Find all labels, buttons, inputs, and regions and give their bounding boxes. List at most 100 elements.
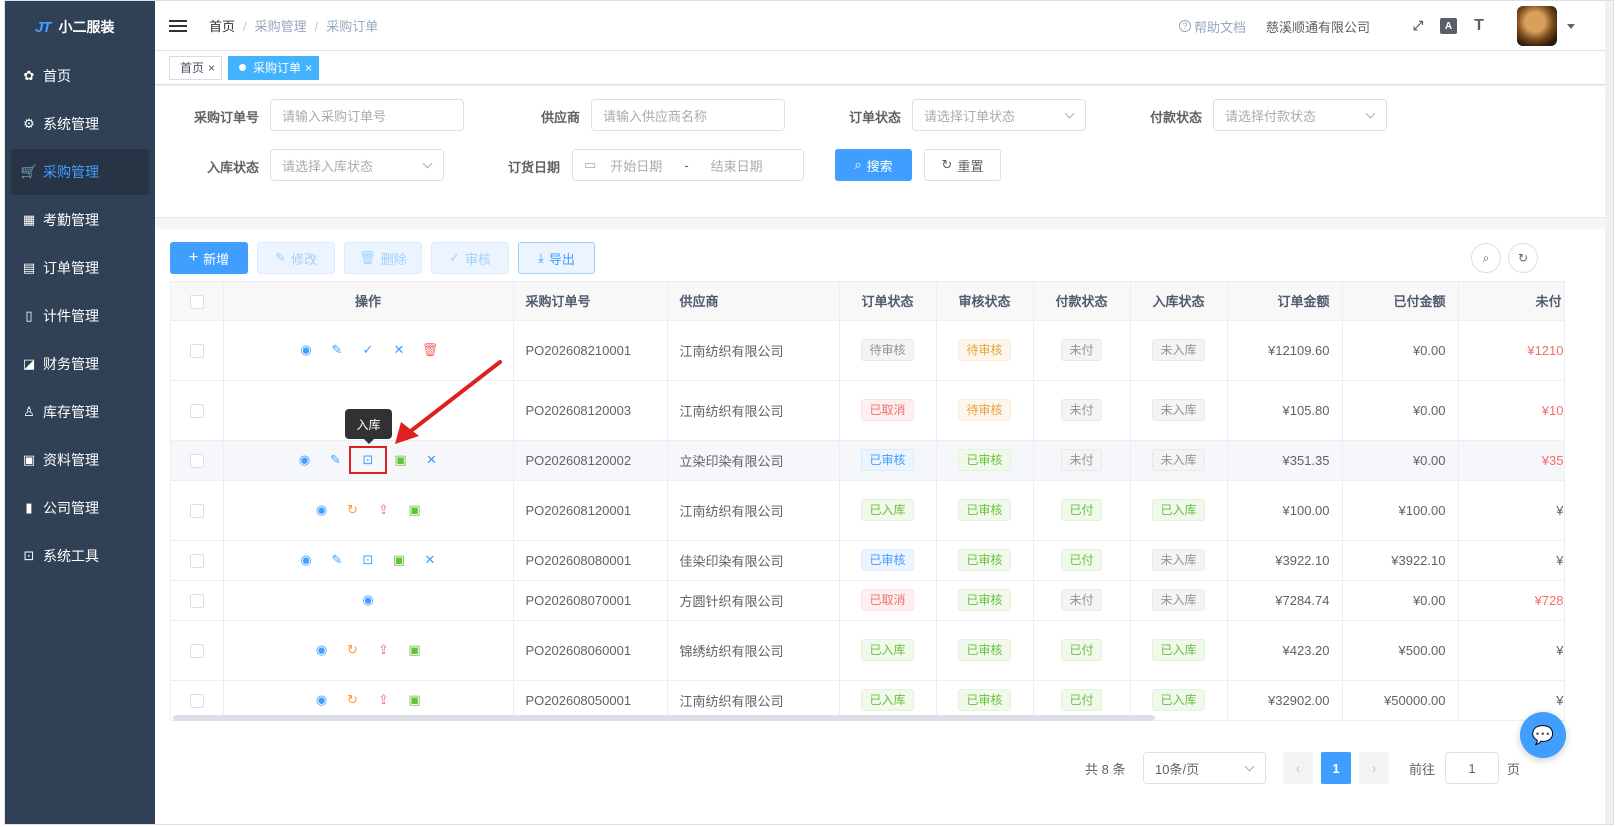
audit-button[interactable]: ✓ 审核 [431,242,509,274]
sidebar-item-6[interactable]: ◪ 财务管理 [11,341,149,387]
toggle-search-button[interactable]: ⌕ [1471,243,1501,273]
sidebar-item-3[interactable]: ▦ 考勤管理 [11,197,149,243]
help-docs-link[interactable]: ? 帮助文档 [1178,17,1246,36]
row-checkbox[interactable] [189,693,204,708]
table-row[interactable]: ◉ ✎ ⊡ ▣ ✕ PO202608120002 立染印染有限公司 已审核 已审核 未付 未入库 ¥3… [171,440,1564,481]
column-header[interactable]: 供应商 [667,282,840,321]
stock-status-select[interactable]: 请选择入库状态 [270,149,444,181]
prev-page-button[interactable]: ‹ [1283,752,1313,784]
table-row[interactable]: ◉ ✎ ⊡ ▣ ✕ PO202608080001 佳染印染有限公司 已审核 已审核 已付 未入库 ¥3… [171,540,1564,581]
payment-icon[interactable]: ▣ [399,500,430,520]
view-icon[interactable]: ◉ [306,640,337,660]
goto-page-input[interactable]: 1 [1445,752,1499,784]
order-no[interactable]: PO202608120002 [526,453,632,468]
search-button[interactable]: ⌕ 搜索 [835,149,912,181]
view-icon[interactable]: ◉ [306,500,337,520]
export-button[interactable]: ⤓ 导出 [518,242,595,274]
row-checkbox[interactable] [189,553,204,568]
check-icon[interactable]: ✓ [353,340,384,360]
chat-button[interactable]: 💬 [1520,712,1566,758]
date-range-picker[interactable]: ▭ 开始日期 - 结束日期 [572,149,804,181]
stock-in-icon[interactable]: ⊡ [349,446,387,474]
view-icon[interactable]: ◉ [306,690,337,710]
order-no[interactable]: PO202608120001 [526,503,632,518]
close-icon[interactable]: × [305,61,312,75]
view-icon[interactable]: ◉ [291,340,322,360]
order-no[interactable]: PO202608070001 [526,593,632,608]
row-checkbox[interactable] [189,403,204,418]
column-header[interactable]: 采购订单号 [513,282,668,321]
pay-status-select[interactable]: 请选择付款状态 [1213,99,1387,131]
sidebar-item-0[interactable]: ✿ 首页 [11,53,149,99]
sidebar-item-1[interactable]: ⚙ 系统管理 [11,101,149,147]
breadcrumb-home[interactable]: 首页 [209,19,235,34]
order-status-select[interactable]: 请选择订单状态 [912,99,1086,131]
close-icon[interactable]: ✕ [416,450,447,470]
refresh-button[interactable]: ↻ [1508,243,1538,273]
menu-toggle-icon[interactable] [169,17,187,35]
stock-in-icon[interactable]: ⊡ [353,550,384,570]
vertical-scrollbar[interactable] [1605,1,1613,824]
page-size-select[interactable]: 10条/页 [1143,752,1266,784]
view-icon[interactable]: ◉ [353,590,384,610]
delete-button[interactable]: 🗑 删除 [344,242,422,274]
page-1-button[interactable]: 1 [1321,752,1351,784]
tag-home[interactable]: 首页 × [169,55,223,80]
fullscreen-icon[interactable]: ⤢ [1408,16,1428,36]
order-no[interactable]: PO202608120003 [526,403,632,418]
table-row[interactable]: ◉ ✎ ✓ ✕ 🗑 PO202608210001 江南纺织有限公司 待审核 待审核 未付 未入库 ¥1… [171,320,1564,381]
edit-icon[interactable]: ✎ [320,450,351,470]
edit-button[interactable]: ✎ 修改 [257,242,335,274]
return-icon[interactable]: ⇪ [368,640,399,660]
add-button[interactable]: + 新增 [170,242,248,274]
close-icon[interactable]: ✕ [415,550,446,570]
payment-icon[interactable]: ▣ [385,450,416,470]
table-row[interactable]: ◉ ↻ ⇪ ▣ PO202608060001 锦绣纺织有限公司 已入库 已审核 已付 已入库 ¥42… [171,620,1564,681]
order-no[interactable]: PO202608080001 [526,553,632,568]
avatar[interactable] [1517,6,1557,46]
table-row[interactable]: ◉ ↻ ⇪ ▣ PO202608050001 江南纺织有限公司 已入库 已审核 已付 已入库 ¥32… [171,680,1564,720]
row-checkbox[interactable] [189,643,204,658]
view-icon[interactable]: ◉ [291,550,322,570]
table-row[interactable]: ◉ PO202608070001 方圆针织有限公司 已取消 已审核 未付 未入库 ¥7284.… [171,580,1564,621]
revert-icon[interactable]: ↻ [337,690,368,710]
row-checkbox[interactable] [189,503,204,518]
sidebar-item-10[interactable]: ⊡ 系统工具 [11,533,149,579]
revert-icon[interactable]: ↻ [337,640,368,660]
order-no[interactable]: PO202608210001 [526,343,632,358]
payment-icon[interactable]: ▣ [399,690,430,710]
sidebar-item-5[interactable]: ▯ 计件管理 [11,293,149,339]
order-no-input[interactable]: 请输入采购订单号 [270,99,464,131]
select-all-checkbox[interactable] [189,294,204,309]
row-checkbox[interactable] [189,593,204,608]
tag-purchase-order[interactable]: 采购订单 × [228,55,320,80]
sidebar-item-4[interactable]: ▤ 订单管理 [11,245,149,291]
supplier-input[interactable]: 请输入供应商名称 [591,99,785,131]
order-no[interactable]: PO202608050001 [526,693,632,708]
next-page-button[interactable]: › [1359,752,1389,784]
row-checkbox[interactable] [189,343,204,358]
table-row[interactable]: ◉ ↻ ⇪ ▣ PO202608120001 江南纺织有限公司 已入库 已审核 已付 已入库 ¥10… [171,480,1564,541]
sidebar-item-2[interactable]: 🛒 采购管理 [11,149,149,195]
order-no[interactable]: PO202608060001 [526,643,632,658]
payment-icon[interactable]: ▣ [384,550,415,570]
horizontal-scrollbar[interactable] [173,715,1155,721]
reset-button[interactable]: ↻ 重置 [924,149,1001,181]
sidebar-item-8[interactable]: ▣ 资料管理 [11,437,149,483]
payment-icon[interactable]: ▣ [399,640,430,660]
close-icon[interactable]: × [208,61,215,75]
sidebar-item-9[interactable]: ▮ 公司管理 [11,485,149,531]
language-icon[interactable]: A [1440,18,1457,34]
edit-icon[interactable]: ✎ [322,550,353,570]
chevron-down-icon[interactable] [1567,23,1575,29]
return-icon[interactable]: ⇪ [368,500,399,520]
edit-icon[interactable]: ✎ [322,340,353,360]
font-size-icon[interactable]: T [1469,16,1489,36]
return-icon[interactable]: ⇪ [368,690,399,710]
revert-icon[interactable]: ↻ [337,500,368,520]
breadcrumb-purchase[interactable]: 采购管理 [255,19,307,34]
sidebar-item-7[interactable]: ♙ 库存管理 [11,389,149,435]
row-checkbox[interactable] [189,453,204,468]
view-icon[interactable]: ◉ [289,450,320,470]
app-logo[interactable]: JT 小二服装 [5,1,155,53]
